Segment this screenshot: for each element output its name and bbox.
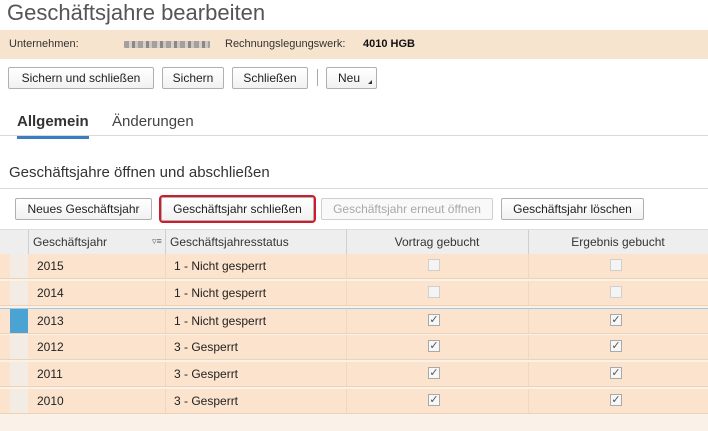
ergebnis-checkbox[interactable] (610, 259, 622, 271)
cell-fiscal-year: 2012 (37, 340, 64, 354)
vortrag-checkbox[interactable] (428, 259, 440, 271)
cell-status: 1 - Nicht gesperrt (174, 286, 267, 300)
tabs-divider (0, 135, 708, 136)
column-separator (528, 389, 529, 413)
table-row[interactable]: 2012 3 - Gesperrt ✓ ✓ (0, 335, 708, 360)
table-row[interactable]: 2013 1 - Nicht gesperrt ✓ ✓ (0, 308, 708, 334)
cell-status: 3 - Gesperrt (174, 367, 239, 381)
save-button[interactable]: Sichern (162, 67, 224, 89)
cell-fiscal-year: 2011 (37, 367, 63, 381)
column-separator (346, 254, 347, 278)
column-header-ergebnis[interactable]: Ergebnis gebucht (528, 230, 708, 254)
new-button-label: Neu (338, 71, 361, 85)
table-row[interactable]: 2014 1 - Nicht gesperrt (0, 281, 708, 306)
vortrag-checkbox[interactable]: ✓ (428, 340, 440, 352)
page-title: Geschäftsjahre bearbeiten (7, 0, 266, 25)
column-separator (528, 362, 529, 386)
close-button[interactable]: Schließen (232, 67, 308, 89)
company-value-redacted (124, 41, 210, 48)
new-fiscal-year-button[interactable]: Neues Geschäftsjahr (15, 198, 152, 220)
cell-status: 1 - Nicht gesperrt (174, 314, 267, 328)
table-row[interactable]: 2010 3 - Gesperrt ✓ ✓ (0, 389, 708, 414)
column-separator (528, 281, 529, 305)
cell-status: 3 - Gesperrt (174, 340, 239, 354)
row-selector[interactable] (10, 254, 28, 278)
reopen-fiscal-year-button[interactable]: Geschäftsjahr erneut öffnen (321, 198, 493, 220)
row-selector[interactable] (10, 362, 28, 386)
cell-fiscal-year: 2013 (37, 314, 64, 328)
ergebnis-checkbox[interactable]: ✓ (610, 367, 622, 379)
column-header-vortrag[interactable]: Vortrag gebucht (346, 230, 528, 254)
cell-status: 1 - Nicht gesperrt (174, 259, 267, 273)
row-selector[interactable] (10, 389, 28, 413)
table-header: Geschäftsjahr ▿≡ Geschäftsjahresstatus V… (0, 229, 708, 255)
column-header-year[interactable]: Geschäftsjahr (33, 230, 107, 254)
delete-fiscal-year-button[interactable]: Geschäftsjahr löschen (501, 198, 644, 220)
column-separator (346, 281, 347, 305)
save-and-close-button[interactable]: Sichern und schließen (8, 67, 154, 89)
column-separator (528, 335, 529, 359)
cell-fiscal-year: 2010 (37, 394, 64, 408)
column-separator (165, 281, 166, 305)
dropdown-caret-icon (368, 80, 372, 84)
column-separator (165, 335, 166, 359)
vortrag-checkbox[interactable]: ✓ (428, 367, 440, 379)
ergebnis-checkbox[interactable] (610, 286, 622, 298)
column-separator (528, 254, 529, 278)
company-label: Unternehmen: (9, 38, 79, 50)
section-title: Geschäftsjahre öffnen und abschließen (9, 164, 270, 181)
header-separator (165, 230, 166, 254)
vortrag-checkbox[interactable]: ✓ (428, 314, 440, 326)
row-selector[interactable] (10, 309, 28, 333)
sort-filter-icon[interactable]: ▿≡ (152, 236, 162, 247)
column-separator (346, 362, 347, 386)
ergebnis-checkbox[interactable]: ✓ (610, 394, 622, 406)
cell-fiscal-year: 2014 (37, 286, 64, 300)
column-separator (346, 309, 347, 333)
section-divider (0, 188, 708, 189)
row-selector[interactable] (10, 281, 28, 305)
column-separator (346, 335, 347, 359)
column-separator (165, 309, 166, 333)
close-fiscal-year-button[interactable]: Geschäftsjahr schließen (159, 195, 316, 223)
table-row[interactable]: 2011 3 - Gesperrt ✓ ✓ (0, 362, 708, 387)
toolbar-separator (317, 69, 318, 86)
context-info-bar: Unternehmen: Rechnungslegungswerk: 4010 … (0, 30, 708, 59)
header-separator (28, 230, 29, 254)
column-separator (165, 389, 166, 413)
tab-aenderungen[interactable]: Änderungen (112, 112, 194, 136)
column-separator (165, 362, 166, 386)
column-separator (346, 389, 347, 413)
accounting-label: Rechnungslegungswerk: (225, 38, 346, 50)
vortrag-checkbox[interactable]: ✓ (428, 394, 440, 406)
ergebnis-checkbox[interactable]: ✓ (610, 340, 622, 352)
column-separator (528, 309, 529, 333)
column-header-status[interactable]: Geschäftsjahresstatus (170, 230, 289, 254)
column-separator (165, 254, 166, 278)
table-row[interactable]: 2015 1 - Nicht gesperrt (0, 254, 708, 279)
cell-status: 3 - Gesperrt (174, 394, 239, 408)
row-selector[interactable] (10, 335, 28, 359)
accounting-value: 4010 HGB (363, 38, 415, 50)
ergebnis-checkbox[interactable]: ✓ (610, 314, 622, 326)
vortrag-checkbox[interactable] (428, 286, 440, 298)
new-dropdown-button[interactable]: Neu (326, 67, 377, 89)
cell-fiscal-year: 2015 (37, 259, 64, 273)
